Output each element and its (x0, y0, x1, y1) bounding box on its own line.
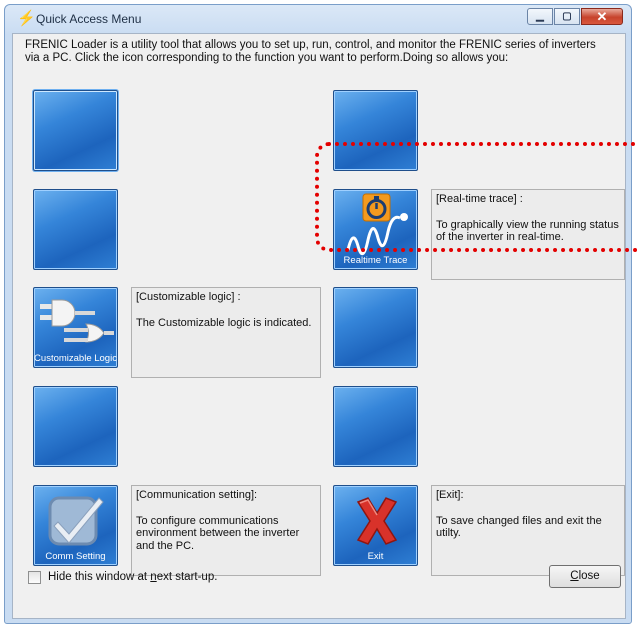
desc-text: The Customizable logic is indicated. (136, 316, 312, 329)
close-window-button[interactable]: ✕ (581, 8, 623, 25)
plug-logic-icon (40, 299, 114, 343)
tile-label: Comm Setting (45, 551, 106, 562)
desc-title: [Exit]: (436, 489, 464, 501)
window-title: Quick Access Menu (36, 12, 142, 26)
close-button[interactable]: Close (549, 565, 621, 588)
desc-title: [Communication setting]: (136, 489, 258, 501)
close-icon: ✕ (596, 8, 608, 24)
hide-on-startup-label[interactable]: Hide this window at next start-up. (48, 571, 217, 583)
customizable-logic-description: [Customizable logic] : The Customizable … (131, 287, 321, 378)
tile-label: Exit (367, 551, 384, 562)
minimize-button[interactable]: ▁ (527, 8, 553, 25)
desc-title: [Real-time trace] : (436, 193, 523, 205)
intro-text: FRENIC Loader is a utility tool that all… (25, 39, 596, 64)
desc-text: To configure communications environment … (136, 514, 300, 552)
comm-setting-description: [Communication setting]: To configure co… (131, 485, 321, 576)
realtime-trace-tile[interactable]: Realtime Trace (333, 189, 418, 270)
menu-tile-empty-3[interactable] (33, 386, 118, 467)
exit-description: [Exit]: To save changed files and exit t… (431, 485, 625, 576)
client-area: FRENIC Loader is a utility tool that all… (12, 33, 626, 619)
comm-setting-tile[interactable]: Comm Setting (33, 485, 118, 566)
tile-label: Realtime Trace (343, 255, 408, 266)
menu-tile-empty-1[interactable] (33, 90, 118, 171)
lightning-icon: ⚡ (17, 10, 36, 27)
stopwatch-trace-icon (346, 193, 408, 256)
customizable-logic-tile[interactable]: Customizable Logic (33, 287, 118, 368)
button-label: lose (578, 570, 600, 582)
hide-on-startup-checkbox[interactable] (28, 571, 41, 584)
quick-access-window: ⚡ Quick Access Menu ▁ ▢ ✕ FRENIC Loader … (4, 4, 632, 624)
red-x-icon (356, 497, 398, 545)
menu-tile-empty-6[interactable] (333, 386, 418, 467)
tile-label: Customizable Logic (34, 353, 117, 364)
menu-tile-empty-5[interactable] (333, 287, 418, 368)
window-controls: ▁ ▢ ✕ (526, 8, 623, 25)
minimize-icon: ▁ (536, 10, 544, 22)
menu-tile-empty-2[interactable] (33, 189, 118, 270)
menu-tile-empty-4[interactable] (333, 90, 418, 171)
checkmark-icon (48, 496, 104, 546)
desc-title: [Customizable logic] : (136, 291, 241, 303)
label-part: ext start-up. (156, 571, 218, 583)
accelerator-key: C (570, 570, 579, 582)
desc-text: To save changed files and exit the utilt… (436, 514, 602, 540)
desc-text: To graphically view the running status o… (436, 218, 619, 244)
maximize-button[interactable]: ▢ (554, 8, 580, 25)
maximize-icon: ▢ (562, 10, 572, 22)
realtime-trace-description: [Real-time trace] : To graphically view … (431, 189, 625, 280)
title-bar[interactable]: ⚡ Quick Access Menu ▁ ▢ ✕ (5, 5, 631, 33)
exit-tile[interactable]: Exit (333, 485, 418, 566)
label-part: Hide this window at (48, 571, 151, 583)
